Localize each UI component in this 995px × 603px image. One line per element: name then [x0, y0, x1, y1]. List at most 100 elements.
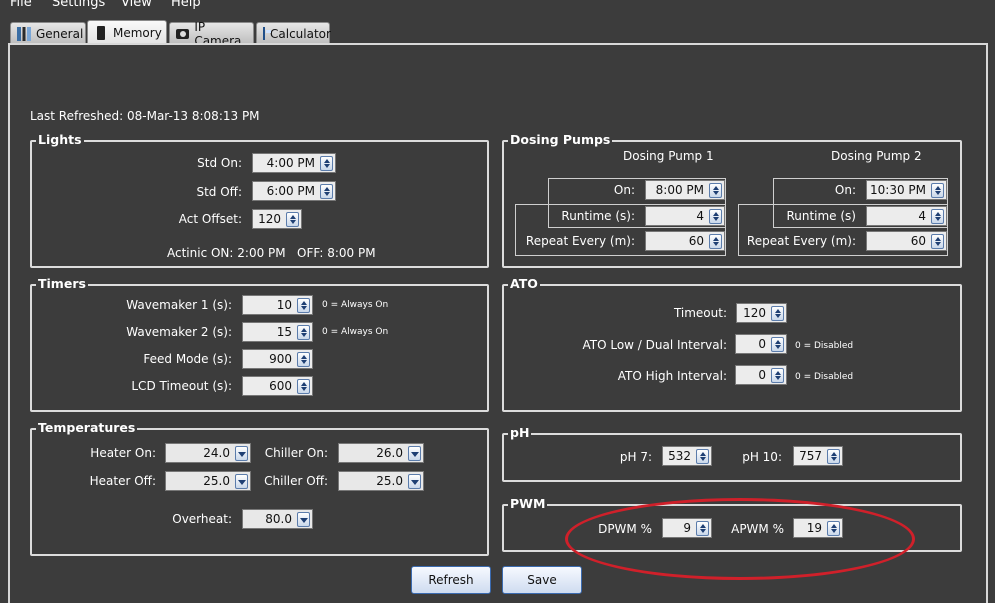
lights-title: Lights	[36, 132, 84, 148]
ato-high-interval-spinner[interactable]: 0	[735, 365, 787, 385]
wavemaker-2-label: Wavemaker 2 (s):	[126, 325, 232, 339]
refresh-button[interactable]: Refresh	[411, 566, 491, 594]
last-refreshed: Last Refreshed: 08-Mar-13 8:08:13 PM	[30, 109, 260, 123]
wavemaker-1-label: Wavemaker 1 (s):	[126, 298, 232, 312]
dosing-pumps-title: Dosing Pumps	[508, 132, 613, 148]
spinner-arrows-icon[interactable]	[771, 337, 784, 352]
menu-file[interactable]: File	[10, 0, 32, 10]
pump-2-on-label: On:	[834, 183, 856, 197]
std-on-spinner[interactable]: 4:00 PM	[252, 153, 336, 173]
ato-high-interval-label: ATO High Interval:	[617, 369, 727, 383]
wavemaker-1-note: 0 = Always On	[322, 300, 389, 310]
spinner-arrows-icon[interactable]	[320, 156, 333, 171]
spinner-arrows-icon[interactable]	[827, 521, 840, 536]
chiller-off-label: Chiller Off:	[264, 474, 328, 488]
tab-memory[interactable]: Memory	[87, 20, 167, 45]
spinner-arrows-icon[interactable]	[297, 298, 310, 313]
ato-timeout-label: Timeout:	[673, 306, 727, 320]
spinner-arrows-icon[interactable]	[709, 183, 722, 198]
ato-title: ATO	[508, 276, 540, 292]
actinic-schedule: Actinic ON: 2:00 PM OFF: 8:00 PM	[167, 246, 376, 260]
tab-general[interactable]: General	[10, 22, 86, 44]
overheat-label: Overheat:	[172, 512, 232, 526]
spinner-arrows-icon[interactable]	[696, 521, 709, 536]
spinner-arrows-icon[interactable]	[297, 379, 310, 394]
spinner-arrows-icon[interactable]	[286, 212, 299, 227]
menu-settings[interactable]: Settings	[52, 0, 105, 10]
pump-2-runtime-spinner[interactable]: 4	[866, 206, 947, 226]
spinner-arrows-icon[interactable]	[709, 234, 722, 249]
act-offset-label: Act Offset:	[178, 212, 242, 226]
pump-1-runtime-label: Runtime (s):	[561, 209, 635, 223]
save-button[interactable]: Save	[502, 566, 582, 594]
std-on-label: Std On:	[197, 156, 242, 170]
spinner-arrows-icon[interactable]	[696, 449, 709, 464]
spinner-arrows-icon[interactable]	[297, 352, 310, 367]
pump-1-on-label: On:	[613, 183, 635, 197]
calculator-icon	[263, 27, 271, 40]
heater-on-dropdown[interactable]: 24.0	[165, 443, 251, 463]
temperatures-title: Temperatures	[36, 420, 138, 436]
spinner-arrows-icon[interactable]	[771, 306, 784, 321]
spinner-arrows-icon[interactable]	[771, 368, 784, 383]
pump-2-repeat-label: Repeat Every (m):	[746, 234, 856, 248]
ph10-label: pH 10:	[742, 450, 782, 464]
spinner-arrows-icon[interactable]	[827, 449, 840, 464]
spinner-arrows-icon[interactable]	[709, 209, 722, 224]
apwm-label: APWM %	[731, 522, 784, 536]
camera-icon	[176, 28, 190, 39]
wavemaker-1-spinner[interactable]: 10	[242, 295, 313, 315]
chiller-on-label: Chiller On:	[264, 446, 328, 460]
overheat-dropdown[interactable]: 80.0	[242, 509, 313, 529]
menu-bar: File Settings View Help	[0, 0, 995, 12]
lcd-timeout-label: LCD Timeout (s):	[131, 379, 232, 393]
menu-view[interactable]: View	[121, 0, 152, 10]
wavemaker-2-note: 0 = Always On	[322, 327, 389, 337]
pump-2-repeat-spinner[interactable]: 60	[866, 231, 947, 251]
lcd-timeout-spinner[interactable]: 600	[242, 376, 313, 396]
chevron-down-icon[interactable]	[297, 512, 310, 527]
ato-low-interval-label: ATO Low / Dual Interval:	[582, 338, 727, 352]
chiller-off-dropdown[interactable]: 25.0	[338, 471, 424, 491]
heater-off-dropdown[interactable]: 25.0	[165, 471, 251, 491]
heater-off-label: Heater Off:	[89, 474, 156, 488]
spinner-arrows-icon[interactable]	[931, 209, 944, 224]
dpwm-spinner[interactable]: 9	[662, 518, 712, 538]
dpwm-label: DPWM %	[598, 522, 652, 536]
pump-2-on-spinner[interactable]: 10:30 PM	[866, 180, 947, 200]
ph10-spinner[interactable]: 757	[793, 446, 843, 466]
pump-1-repeat-spinner[interactable]: 60	[645, 231, 725, 251]
std-off-label: Std Off:	[196, 185, 242, 199]
spinner-arrows-icon[interactable]	[320, 184, 333, 199]
spinner-arrows-icon[interactable]	[931, 234, 944, 249]
tab-calculator-label: Calculator	[270, 26, 331, 41]
pump-1-runtime-spinner[interactable]: 4	[645, 206, 725, 226]
tab-general-label: General	[36, 26, 84, 41]
ato-low-interval-note: 0 = Disabled	[795, 341, 854, 351]
spinner-arrows-icon[interactable]	[297, 325, 310, 340]
chevron-down-icon[interactable]	[408, 446, 421, 461]
ph7-spinner[interactable]: 532	[662, 446, 712, 466]
pump-1-on-spinner[interactable]: 8:00 PM	[645, 180, 725, 200]
tab-calculator[interactable]: Calculator	[256, 22, 331, 44]
chiller-on-dropdown[interactable]: 26.0	[338, 443, 424, 463]
tab-memory-label: Memory	[113, 26, 162, 40]
timers-title: Timers	[36, 276, 88, 292]
chart-icon	[17, 26, 31, 41]
ato-high-interval-note: 0 = Disabled	[795, 372, 854, 382]
tab-ip-camera[interactable]: IP Camera	[169, 20, 254, 48]
tab-bar: General Memory IP Camera Calculator	[0, 20, 995, 48]
pump-2-runtime-label: Runtime (s)	[786, 209, 856, 223]
spinner-arrows-icon[interactable]	[931, 183, 944, 198]
feed-mode-spinner[interactable]: 900	[242, 349, 313, 369]
act-offset-spinner[interactable]: 120	[252, 209, 302, 229]
chevron-down-icon[interactable]	[408, 474, 421, 489]
memory-chip-icon	[97, 26, 105, 40]
wavemaker-2-spinner[interactable]: 15	[242, 322, 313, 342]
apwm-spinner[interactable]: 19	[793, 518, 843, 538]
menu-help[interactable]: Help	[171, 0, 201, 10]
ato-low-interval-spinner[interactable]: 0	[735, 334, 787, 354]
feed-mode-label: Feed Mode (s):	[143, 352, 232, 366]
std-off-spinner[interactable]: 6:00 PM	[252, 181, 336, 201]
ato-timeout-spinner[interactable]: 120	[736, 303, 787, 323]
